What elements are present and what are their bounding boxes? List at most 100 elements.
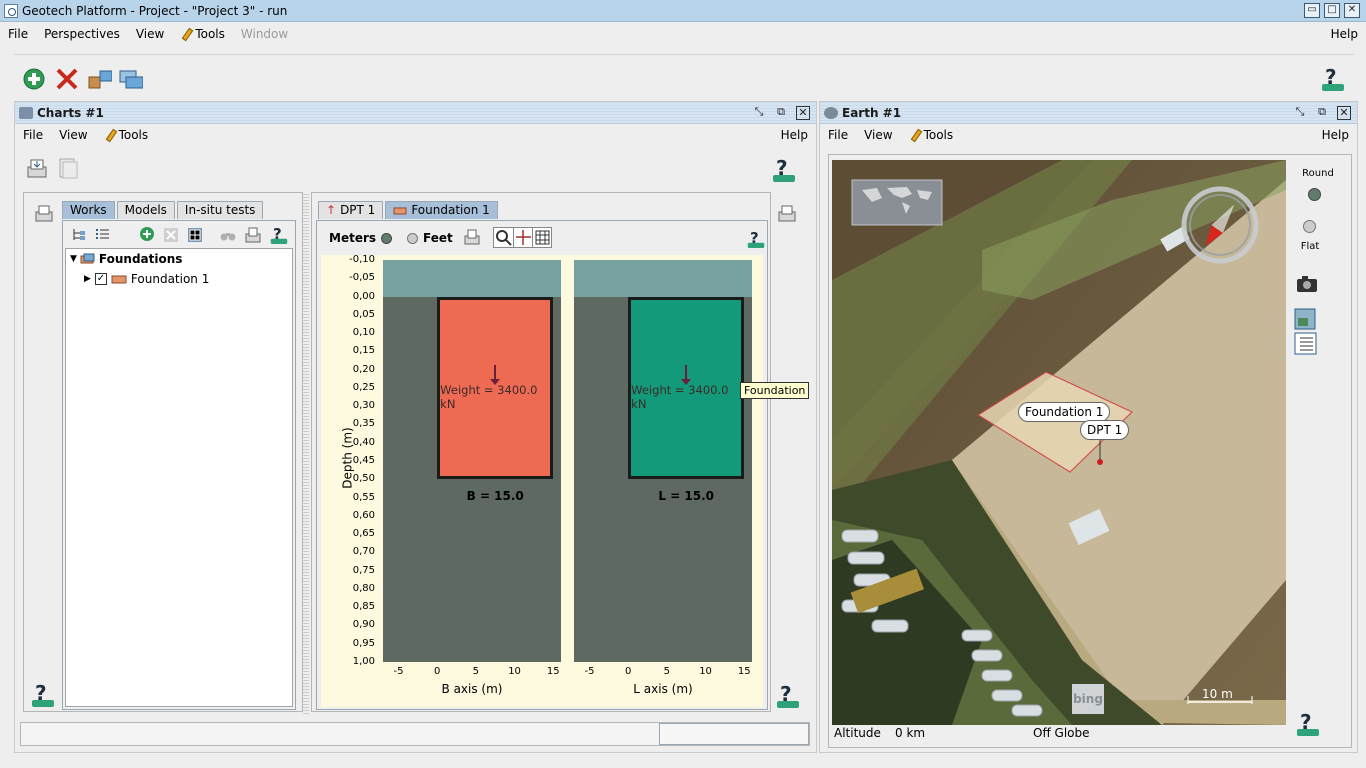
x-tick-label: 15 [546,666,560,677]
x-tick-label: 10 [508,666,521,677]
tree-node-foundation-1-label: Foundation 1 [130,272,210,286]
plot-area: Weight = 3400.0 kN B = 15.0 [383,260,561,662]
charts-menu-tools[interactable]: Tools [96,128,157,142]
window-title-bar: Geotech Platform - Project - "Project 3"… [0,0,1366,22]
tab-in-situ-tests[interactable]: In-situ tests [176,201,264,219]
earth-menu-file[interactable]: File [820,128,856,142]
earth-map-view[interactable]: Foundation 1 DPT 1 bing 10 m [832,160,1286,725]
tree-tab-help-icon[interactable]: ? [270,225,288,244]
tree-expanded-icon[interactable]: ▼ [70,254,77,264]
earth-minimize-icon[interactable]: ⤡ [1293,105,1307,120]
earth-panel-title-bar: Earth #1 ⤡ ⧉ ✕ [820,102,1357,124]
meters-radio[interactable] [381,232,393,244]
y-tick-label: 0,00 [352,290,375,302]
y-tick-label: 0,30 [352,400,375,412]
chart-tab-content: Meters Feet ? Depth (m) -0,10 -0,05 0,00 0,… [316,220,810,710]
layers-icon[interactable] [1294,308,1318,330]
crosshair-icon[interactable] [513,228,532,247]
expand-icon[interactable] [187,227,203,243]
export-list-icon[interactable] [244,226,262,244]
tab-dpt-1[interactable]: ↑ DPT 1 [318,201,384,219]
menu-tools[interactable]: Tools [172,27,233,41]
menu-tools-label: Tools [195,27,225,41]
earth-icon [824,106,838,119]
menu-view[interactable]: View [128,27,172,41]
earth-detach-icon[interactable]: ⧉ [1315,105,1329,120]
y-tick-label: 0,90 [352,619,375,631]
tab-models[interactable]: Models [116,201,175,219]
export-icon[interactable] [26,157,48,179]
grid-icon[interactable] [532,228,551,247]
help-icon[interactable]: ? [1322,65,1344,91]
progress-field [659,723,809,745]
tab-foundation-1[interactable]: Foundation 1 [385,201,498,219]
menu-file[interactable]: File [0,27,36,41]
minimize-button[interactable]: ▭ [1304,3,1320,18]
add-icon[interactable] [22,67,46,91]
charts-menu-help[interactable]: Help [781,128,816,142]
foundation-map-label[interactable]: Foundation 1 [1018,402,1111,422]
earth-menu-tools[interactable]: Tools [901,128,962,142]
y-tick-label: 0,65 [352,528,375,540]
projection-round-radio[interactable] [1308,188,1321,201]
earth-help-icon[interactable]: ? [1297,710,1319,736]
close-button[interactable]: ✕ [1344,3,1360,18]
tree-node-foundation-1[interactable]: ▶ ✓ Foundation 1 [84,272,209,286]
feet-radio[interactable] [407,232,419,244]
charts-menu-tools-label: Tools [118,128,149,142]
panel-detach-icon[interactable]: ⧉ [774,105,788,120]
x-axis-title: B axis (m) [441,682,503,696]
binoculars-icon[interactable] [220,227,236,243]
globe-status: Off Globe [1033,726,1090,740]
panel-minimize-icon[interactable]: ⤡ [752,105,766,120]
earth-menu-help[interactable]: Help [1322,128,1357,142]
dpt-map-label[interactable]: DPT 1 [1080,420,1130,440]
earth-panel-title: Earth #1 [842,105,902,120]
menu-window[interactable]: Window [233,27,296,41]
chart-side-export-icon[interactable] [777,203,797,223]
y-tick-label: 0,60 [352,509,375,521]
y-tick-label: 0,40 [352,436,375,448]
y-axis-ticks: -0,10 -0,05 0,00 0,05 0,10 0,15 0,20 0,25 0,30 0,… [331,254,375,675]
chart-help-icon[interactable]: ? [747,229,765,248]
panel-splitter[interactable] [303,194,309,714]
delete-icon[interactable] [55,67,79,91]
tree-tabs: Works Models In-situ tests [62,201,264,219]
collapse-icon[interactable] [163,227,179,243]
foundation-tooltip: Foundation [740,382,810,399]
chart-side-help-icon[interactable]: ? [777,682,799,708]
projection-flat-label: Flat [1300,241,1320,252]
menu-help[interactable]: Help [1331,27,1366,41]
earth-menu-view[interactable]: View [856,128,900,142]
charts-menu-view[interactable]: View [51,128,95,142]
layer-list-icon[interactable] [1294,332,1318,356]
projection-flat-radio[interactable] [1303,220,1316,233]
cascade-layout-icon[interactable] [119,69,143,93]
foundation-1-checkbox[interactable]: ✓ [94,273,107,285]
add-item-icon[interactable] [139,226,156,243]
report-icon[interactable] [57,157,79,179]
tile-layout-icon[interactable] [88,69,112,93]
x-axis-title: L axis (m) [633,682,693,696]
menu-perspectives[interactable]: Perspectives [36,27,128,41]
charts-menu-file[interactable]: File [15,128,51,142]
tree-collapsed-icon[interactable]: ▶ [84,274,91,284]
export-tree-icon[interactable] [34,203,54,223]
panel-close-icon[interactable]: ✕ [796,105,810,120]
pencil-icon [180,28,192,40]
camera-icon[interactable] [1296,275,1318,293]
chart-export-icon[interactable] [463,228,481,246]
tree-view-icon[interactable] [71,227,87,243]
tree-node-foundations[interactable]: ▼ Foundations [70,252,182,266]
charts-help-icon[interactable]: ? [773,156,795,182]
foundation-block[interactable]: Weight = 3400.0 kN [437,296,554,480]
foundation-block[interactable]: Weight = 3400.0 kN [628,296,745,480]
list-view-icon[interactable] [95,227,111,243]
dpt-icon: ↑ [326,203,337,217]
y-tick-label: -0,05 [349,272,375,284]
tree-help-icon[interactable]: ? [32,681,54,707]
earth-close-icon[interactable]: ✕ [1337,105,1351,120]
zoom-icon[interactable] [494,228,513,247]
tab-works[interactable]: Works [62,201,115,219]
maximize-button[interactable]: □ [1324,3,1340,18]
